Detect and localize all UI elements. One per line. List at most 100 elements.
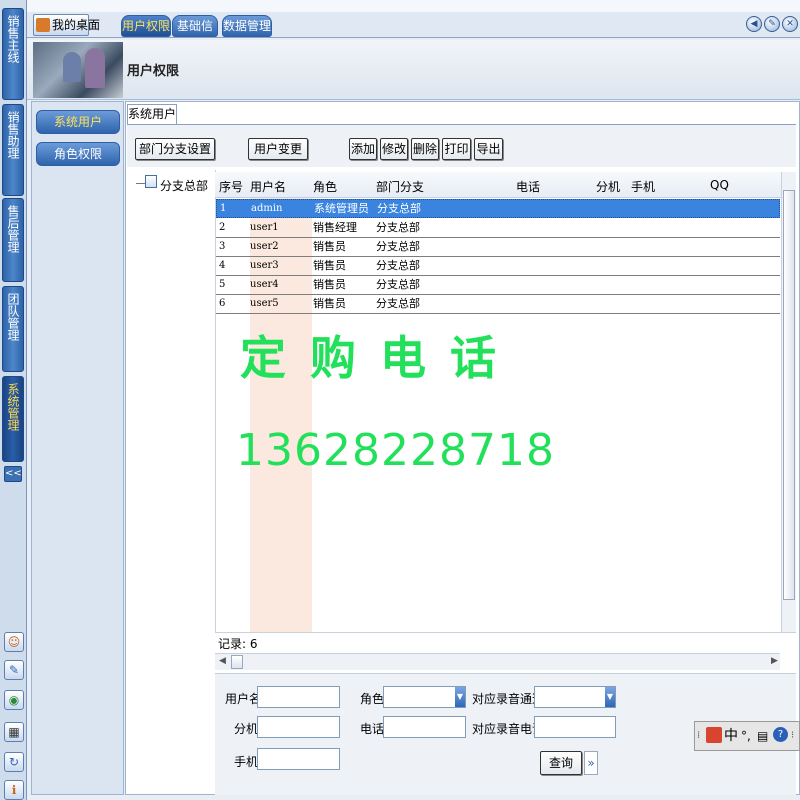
calculator-icon[interactable]: ▦ bbox=[4, 722, 24, 742]
tab-user-permissions[interactable]: 用户权限 bbox=[121, 15, 171, 37]
close-icon[interactable]: ✕ bbox=[782, 16, 798, 32]
watermark-phone-number: 13628228718 bbox=[236, 425, 555, 476]
cell-dept: 分支总部 bbox=[376, 278, 420, 291]
nav-tab-after-sales[interactable]: 售后管理 bbox=[2, 198, 24, 282]
pencil-note-icon[interactable]: ✎ bbox=[4, 660, 24, 680]
record-phone-input[interactable] bbox=[534, 716, 616, 738]
ime-logo-icon bbox=[706, 727, 722, 743]
col-header-qq[interactable]: QQ bbox=[710, 178, 729, 192]
ext-label: 分机 bbox=[234, 722, 259, 736]
cell-username: user4 bbox=[250, 279, 279, 290]
cell-no: 3 bbox=[219, 241, 226, 252]
record-bar bbox=[215, 632, 796, 652]
ime-grip-icon[interactable]: ⁞ bbox=[697, 727, 700, 745]
nav-tab-sales-assistant[interactable]: 销售助理 bbox=[2, 104, 24, 196]
refresh-icon[interactable]: ↻ bbox=[4, 752, 24, 772]
export-button[interactable]: 导出 bbox=[474, 138, 503, 160]
table-row[interactable]: 4 user3 销售员 分支总部 bbox=[216, 257, 780, 276]
username-label: 用户名 bbox=[225, 692, 262, 706]
col-header-dept[interactable]: 部门分支 bbox=[376, 178, 424, 195]
ime-mode-toggle[interactable]: 中 bbox=[724, 727, 738, 745]
add-button[interactable]: 添加 bbox=[349, 138, 377, 160]
col-header-role[interactable]: 角色 bbox=[313, 178, 337, 195]
horizontal-scroll-thumb[interactable] bbox=[231, 655, 243, 669]
delete-button[interactable]: 删除 bbox=[411, 138, 439, 160]
cell-no: 6 bbox=[219, 298, 226, 309]
horizontal-scrollbar[interactable]: ◀ ▶ bbox=[215, 653, 780, 670]
cell-no: 1 bbox=[220, 203, 227, 214]
watermark-order-phone-label: 定购电话 bbox=[240, 331, 520, 385]
ime-help-icon[interactable]: ? bbox=[773, 727, 788, 742]
record-count: 记录: 6 bbox=[218, 637, 258, 651]
query-button[interactable]: 查询 bbox=[540, 751, 582, 775]
back-icon[interactable]: ◀ bbox=[746, 16, 762, 32]
phone-input[interactable] bbox=[383, 716, 466, 738]
username-input[interactable] bbox=[257, 686, 340, 708]
collapse-nav-button[interactable]: << bbox=[4, 466, 22, 482]
tab-basic-info[interactable]: 基础信息 bbox=[172, 15, 218, 53]
col-header-mobile[interactable]: 手机 bbox=[631, 178, 655, 195]
tree-connector bbox=[136, 183, 145, 184]
user-icon[interactable]: ☺ bbox=[4, 632, 24, 652]
cell-role: 系统管理员 bbox=[314, 202, 369, 215]
more-options-button[interactable]: » bbox=[584, 751, 598, 775]
mobile-label: 手机 bbox=[234, 755, 259, 769]
tab-data-management[interactable]: 数据管理 bbox=[222, 15, 272, 37]
table-row[interactable]: 1 admin 系统管理员 分支总部 bbox=[216, 199, 780, 218]
col-header-ext[interactable]: 分机 bbox=[596, 178, 620, 195]
desktop-icon bbox=[36, 18, 50, 32]
scroll-left-icon[interactable]: ◀ bbox=[219, 656, 226, 666]
col-header-username[interactable]: 用户名 bbox=[250, 178, 286, 195]
role-select[interactable]: ▼ bbox=[383, 686, 466, 708]
ext-input[interactable] bbox=[257, 716, 340, 738]
table-row[interactable]: 3 user2 销售员 分支总部 bbox=[216, 238, 780, 257]
cell-dept: 分支总部 bbox=[376, 259, 420, 272]
nav-tab-sales-main[interactable]: 销售主线 bbox=[2, 8, 24, 100]
cell-role: 销售员 bbox=[313, 278, 346, 291]
print-button[interactable]: 打印 bbox=[442, 138, 471, 160]
ime-keyboard-icon[interactable]: ▤ bbox=[757, 727, 768, 745]
dept-branch-settings-button[interactable]: 部门分支设置 bbox=[135, 138, 215, 160]
cell-role: 销售员 bbox=[313, 240, 346, 253]
globe-icon[interactable]: ◉ bbox=[4, 690, 24, 710]
info-icon[interactable]: ℹ bbox=[4, 780, 24, 800]
cell-username: user1 bbox=[250, 222, 279, 233]
table-row[interactable]: 2 user1 销售经理 分支总部 bbox=[216, 219, 780, 238]
grid-header bbox=[215, 172, 781, 198]
cell-username: user2 bbox=[250, 241, 279, 252]
ime-punct-toggle[interactable]: °, bbox=[741, 727, 751, 745]
cell-dept: 分支总部 bbox=[376, 221, 420, 234]
cell-username: user3 bbox=[250, 260, 279, 271]
scroll-right-icon[interactable]: ▶ bbox=[771, 656, 778, 666]
role-label: 角色 bbox=[360, 692, 385, 706]
nav-tab-team[interactable]: 团队管理 bbox=[2, 286, 24, 372]
ime-menu-icon[interactable]: ⁝ bbox=[791, 727, 794, 745]
table-row[interactable]: 6 user5 销售员 分支总部 bbox=[216, 295, 780, 314]
record-channel-select[interactable]: ▼ bbox=[534, 686, 616, 708]
table-row[interactable]: 5 user4 销售员 分支总部 bbox=[216, 276, 780, 295]
vertical-scrollbar[interactable] bbox=[781, 172, 796, 632]
side-item-role-permissions[interactable]: 角色权限 bbox=[36, 142, 120, 166]
user-change-button[interactable]: 用户变更 bbox=[248, 138, 308, 160]
side-menu bbox=[31, 101, 124, 795]
my-desktop-button[interactable]: 我的桌面 bbox=[33, 14, 100, 36]
cell-role: 销售经理 bbox=[313, 221, 357, 234]
page-title: 用户权限 bbox=[127, 64, 180, 79]
side-item-system-users[interactable]: 系统用户 bbox=[36, 110, 120, 134]
col-header-no[interactable]: 序号 bbox=[219, 178, 243, 195]
tab-system-users[interactable]: 系统用户 bbox=[127, 104, 177, 125]
cell-no: 5 bbox=[219, 279, 226, 290]
mobile-input[interactable] bbox=[257, 748, 340, 770]
nav-tab-system[interactable]: 系统管理 bbox=[2, 376, 24, 462]
vertical-scroll-thumb[interactable] bbox=[783, 190, 795, 600]
cell-role: 销售员 bbox=[313, 259, 346, 272]
dept-tree bbox=[128, 170, 214, 630]
col-header-phone[interactable]: 电话 bbox=[516, 178, 540, 195]
edit-icon[interactable]: ✎ bbox=[764, 16, 780, 32]
modify-button[interactable]: 修改 bbox=[380, 138, 408, 160]
cell-username: user5 bbox=[250, 298, 279, 309]
tree-node-hq[interactable]: 分支总部 bbox=[160, 177, 208, 194]
dropdown-arrow-icon: ▼ bbox=[455, 687, 465, 707]
cell-no: 4 bbox=[219, 260, 226, 271]
cell-dept: 分支总部 bbox=[376, 240, 420, 253]
